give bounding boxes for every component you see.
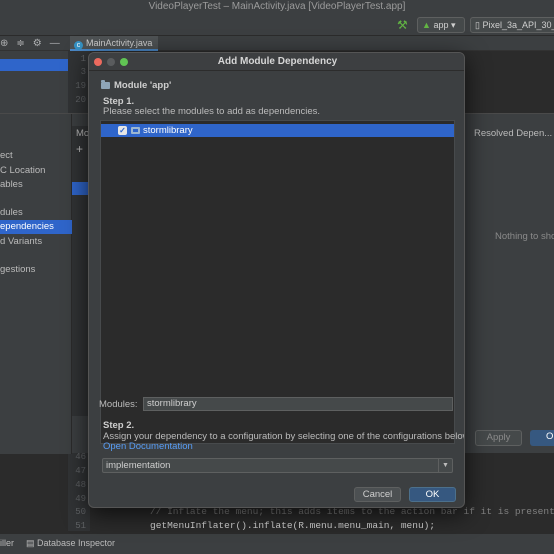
tab-label: MainActivity.java bbox=[86, 38, 153, 48]
empty-state-text: Nothing to sho bbox=[495, 231, 554, 242]
sidebar-item-variables[interactable]: ables bbox=[0, 178, 72, 192]
project-structure-ok-button[interactable]: O bbox=[530, 430, 554, 446]
window-title: VideoPlayerTest – MainActivity.java [Vid… bbox=[0, 0, 554, 14]
line-number: 50 bbox=[75, 507, 86, 517]
line-number: 20 bbox=[75, 95, 86, 105]
line-number: 47 bbox=[75, 466, 86, 476]
target-icon[interactable]: ⊕ bbox=[0, 36, 8, 51]
ok-button[interactable]: OK bbox=[409, 487, 456, 502]
tab-mainactivity[interactable]: c MainActivity.java bbox=[70, 36, 159, 51]
sidebar-item-suggestions[interactable]: gestions bbox=[0, 263, 72, 277]
dialog-title: Add Module Dependency bbox=[217, 56, 338, 67]
close-window-icon[interactable] bbox=[94, 58, 102, 66]
project-tree bbox=[0, 51, 68, 113]
line-number: 51 bbox=[75, 521, 86, 531]
checkbox-checked-icon[interactable]: ✓ bbox=[118, 126, 127, 135]
configuration-select[interactable]: implementation ▼ bbox=[102, 458, 453, 473]
sidebar-item-project[interactable]: ect bbox=[0, 149, 72, 163]
android-icon: ▲ bbox=[422, 20, 431, 30]
chevron-down-icon[interactable]: ▼ bbox=[438, 459, 452, 472]
sidebar-item-build-variants[interactable]: d Variants bbox=[0, 235, 72, 249]
modules-label: Modules: bbox=[99, 399, 138, 410]
minimize-icon[interactable]: — bbox=[50, 36, 60, 51]
cancel-button[interactable]: Cancel bbox=[354, 487, 401, 502]
list-item-stormlibrary[interactable]: ✓ stormlibrary bbox=[101, 124, 454, 137]
database-inspector-tab[interactable]: Database Inspector bbox=[37, 538, 115, 548]
line-number: 19 bbox=[75, 81, 86, 91]
module-name: stormlibrary bbox=[143, 125, 193, 136]
java-class-icon: c bbox=[74, 41, 83, 50]
hammer-icon[interactable]: ⚒ bbox=[397, 18, 408, 32]
module-heading-text: Module 'app' bbox=[114, 80, 172, 91]
dialog-title-bar: Add Module Dependency bbox=[89, 53, 464, 71]
configuration-value: implementation bbox=[106, 460, 171, 471]
line-number: 48 bbox=[75, 480, 86, 490]
profiler-tab[interactable]: iller bbox=[0, 538, 14, 548]
run-config-select[interactable]: ▲ app ▾ bbox=[417, 17, 465, 33]
project-structure-sidebar: ect C Location ables dules ependencies d… bbox=[0, 114, 72, 454]
add-module-dependency-dialog: Add Module Dependency Module 'app' Step … bbox=[88, 52, 465, 508]
zoom-window-icon[interactable] bbox=[120, 58, 128, 66]
collapse-icon[interactable]: ≑ bbox=[16, 36, 24, 51]
phone-icon: ▯ bbox=[475, 20, 480, 30]
run-config-label: app bbox=[433, 20, 449, 30]
module-folder-icon bbox=[101, 80, 110, 89]
line-number: 46 bbox=[75, 452, 86, 462]
sidebar-item-sdk-location[interactable]: C Location bbox=[0, 164, 72, 178]
line-number: 3 bbox=[80, 67, 86, 77]
gear-icon[interactable]: ⚙ bbox=[33, 36, 42, 51]
database-icon: ▤ bbox=[26, 538, 35, 548]
apply-button[interactable]: Apply bbox=[475, 430, 522, 446]
project-tree-selected-row[interactable] bbox=[0, 59, 68, 71]
step2-title: Step 2. bbox=[103, 420, 135, 431]
add-icon[interactable]: + bbox=[76, 142, 83, 156]
resolved-dependencies-panel: Resolved Depen... Nothing to sho bbox=[466, 126, 554, 416]
module-icon bbox=[131, 127, 140, 134]
editor-tab-bar: ⊕ ≑ ⚙ — c MainActivity.java bbox=[0, 36, 554, 51]
tool-window-bar: iller ▤ Database Inspector bbox=[0, 533, 554, 554]
resolved-header: Resolved Depen... bbox=[474, 128, 553, 139]
line-number: 1 bbox=[80, 54, 86, 64]
device-label: Pixel_3a_API_30_x bbox=[482, 20, 554, 30]
code-line: getMenuInflater().inflate(R.menu.menu_ma… bbox=[150, 520, 436, 531]
module-list[interactable]: ✓ stormlibrary bbox=[100, 120, 455, 444]
line-number: 49 bbox=[75, 494, 86, 504]
open-documentation-link[interactable]: Open Documentation bbox=[103, 441, 193, 452]
modules-field[interactable]: stormlibrary bbox=[143, 397, 453, 411]
device-select[interactable]: ▯ Pixel_3a_API_30_x bbox=[470, 17, 554, 33]
sidebar-item-dependencies[interactable]: ependencies bbox=[0, 220, 72, 234]
minimize-window-icon bbox=[107, 58, 115, 66]
main-toolbar: ⚒ ▲ app ▾ ▯ Pixel_3a_API_30_x bbox=[0, 14, 554, 36]
step1-description: Please select the modules to add as depe… bbox=[103, 106, 321, 117]
sidebar-item-modules[interactable]: dules bbox=[0, 206, 72, 220]
module-heading: Module 'app' bbox=[101, 80, 171, 91]
